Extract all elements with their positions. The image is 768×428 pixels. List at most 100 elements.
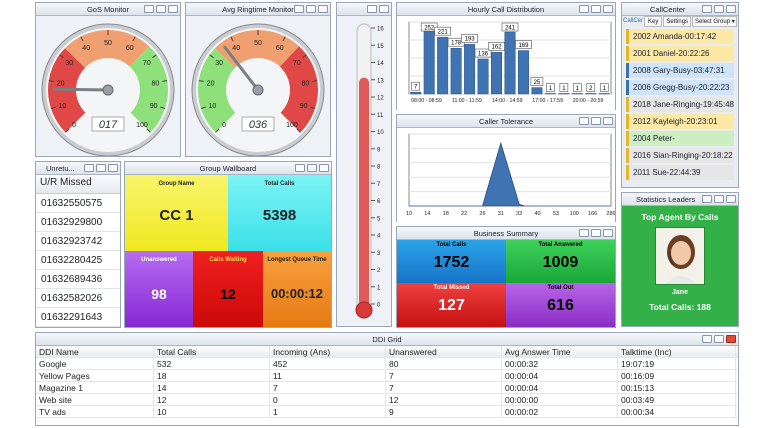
table-cell: 80 <box>386 358 502 369</box>
gauge-tick-label: 40 <box>82 45 90 52</box>
unanswered-cell: Unanswered 98 <box>125 251 193 327</box>
minimize-button[interactable] <box>294 5 304 13</box>
group-select[interactable]: Select Group ▾ <box>692 16 737 27</box>
missed-call-number[interactable]: 01632280425 <box>36 251 120 270</box>
close-button[interactable] <box>379 5 389 13</box>
unreturned-list: 01632550575 01632929800 01632923742 0163228… <box>36 194 120 327</box>
hourly-bar <box>531 87 543 95</box>
agent-item[interactable]: 2004 Peter- <box>626 131 734 146</box>
missed-call-number[interactable]: 01632550575 <box>36 194 120 213</box>
gauge-tick-label: 20 <box>57 80 65 87</box>
restore-button[interactable] <box>306 5 316 13</box>
callcenter-tab[interactable]: CallCer <box>623 16 643 27</box>
level-gauge[interactable]: 161514131211109876543210 <box>337 16 391 326</box>
gauge-tick-label: 30 <box>65 60 73 67</box>
minimize-button[interactable] <box>84 164 94 172</box>
missed-call-number[interactable]: 01632929800 <box>36 213 120 232</box>
minimize-button[interactable] <box>579 117 589 125</box>
close-button[interactable] <box>168 5 178 13</box>
agent-item[interactable]: 2008 Gary-Busy-03:47:31 <box>626 63 734 78</box>
table-row[interactable]: Yellow Pages 18 11 7 00:00:04 00:16:09 <box>36 370 738 382</box>
table-row[interactable]: TV ads 10 1 9 00:00:02 00:00:34 <box>36 406 738 418</box>
missed-call-number[interactable]: 01632582026 <box>36 289 120 308</box>
minimize-button[interactable] <box>579 229 589 237</box>
agent-item[interactable]: 2011 Sue-22:44:39 <box>626 165 734 180</box>
agent-item[interactable]: 2002 Amanda-00:17:42 <box>626 29 734 44</box>
restore-button[interactable] <box>591 229 601 237</box>
restore-button[interactable] <box>714 335 724 343</box>
gauge-tick-label: 40 <box>232 45 240 52</box>
hourly-title: Hourly Call Distribution <box>397 3 615 16</box>
close-button[interactable] <box>603 117 613 125</box>
table-row[interactable]: Magazine 1 14 7 7 00:00:04 00:15:13 <box>36 382 738 394</box>
agent-avatar <box>655 227 705 285</box>
table-cell: 00:00:04 <box>502 382 618 393</box>
thermo-fill <box>359 77 369 311</box>
minimize-button[interactable] <box>702 335 712 343</box>
missed-call-number[interactable]: 01632689436 <box>36 270 120 289</box>
table-cell: 7 <box>386 370 502 381</box>
agent-item[interactable]: 2016 Sian-Ringing-20:18:22 <box>626 148 734 163</box>
minimize-button[interactable] <box>702 195 712 203</box>
restore-button[interactable] <box>96 164 106 172</box>
close-button[interactable] <box>726 335 736 343</box>
hourly-data-label: 25 <box>534 80 541 86</box>
close-button[interactable] <box>603 229 613 237</box>
table-row[interactable]: Web site 12 0 12 00:00:00 00:03:49 <box>36 394 738 406</box>
minimize-button[interactable] <box>702 5 712 13</box>
thermo-tick-label: 16 <box>377 27 384 33</box>
agent-item[interactable]: 2012 Kayleigh-20:23:01 <box>626 114 734 129</box>
hourly-chart: 7252221178193136162241169251 1 1 2 108:00 - … <box>397 16 615 110</box>
minimize-button[interactable] <box>144 5 154 13</box>
close-button[interactable] <box>726 195 736 203</box>
table-cell: 1 <box>270 406 386 417</box>
restore-button[interactable] <box>591 5 601 13</box>
restore-button[interactable] <box>714 5 724 13</box>
thermo-tick-label: 6 <box>377 199 381 205</box>
settings-button[interactable]: Settings <box>663 16 692 27</box>
total-missed-cell: Total Missed 127 <box>397 283 506 327</box>
wallboard-total-calls-cell: Total Calls 5398 <box>228 175 331 251</box>
agent-item[interactable]: 2006 Gregg-Busy-20:22:23 <box>626 80 734 95</box>
minimize-button[interactable] <box>367 5 377 13</box>
restore-button[interactable] <box>156 5 166 13</box>
hourly-bar <box>423 28 435 95</box>
column-header: Total Calls <box>154 346 270 357</box>
restore-button[interactable] <box>591 117 601 125</box>
minimize-button[interactable] <box>579 5 589 13</box>
table-cell: 00:00:34 <box>618 406 736 417</box>
minimize-button[interactable] <box>295 164 305 172</box>
missed-call-number[interactable]: 01632291643 <box>36 308 120 327</box>
close-button[interactable] <box>726 5 736 13</box>
gauge-tick-label: 20 <box>207 80 215 87</box>
close-button[interactable] <box>108 164 118 172</box>
hourly-x-tick: 08:00 - 08:59 <box>411 98 442 104</box>
table-header-row: DDI Name Total Calls Incoming (Ans) Unanswe… <box>36 346 738 358</box>
hourly-bar <box>477 58 489 95</box>
close-button[interactable] <box>319 164 329 172</box>
gauge-tick-label: 10 <box>58 103 66 110</box>
callcenter-panel: CallCenter CallCer Key Settings Select G… <box>621 2 739 188</box>
restore-button[interactable] <box>714 195 724 203</box>
table-row[interactable]: Google 532 452 80 00:00:32 19:07:19 <box>36 358 738 370</box>
hourly-data-label: 221 <box>438 29 449 35</box>
agent-item[interactable]: 2001 Daniel-20:22:26 <box>626 46 734 61</box>
column-header: Incoming (Ans) <box>270 346 386 357</box>
hourly-bar <box>437 36 449 95</box>
missed-call-number[interactable]: 01632923742 <box>36 232 120 251</box>
thermo-tick-label: 11 <box>377 113 384 119</box>
thermo-bulb <box>355 301 373 319</box>
table-cell: 10 <box>154 406 270 417</box>
hourly-x-tick: 17:00 - 17:59 <box>532 98 563 104</box>
key-button[interactable]: Key <box>644 16 663 27</box>
unreturned-header: U/R Missed <box>36 175 120 194</box>
hourly-data-label: 241 <box>505 25 516 31</box>
thermo-tick-label: 12 <box>377 96 384 102</box>
agent-item[interactable]: 2018 Jane-Ringing-19:45:48 <box>626 97 734 112</box>
thermo-tick-label: 3 <box>377 251 381 257</box>
close-button[interactable] <box>318 5 328 13</box>
close-button[interactable] <box>603 5 613 13</box>
leaders-heading: Top Agent By Calls <box>641 212 719 222</box>
restore-button[interactable] <box>307 164 317 172</box>
total-calls-cell: Total Calls 1752 <box>397 240 506 283</box>
